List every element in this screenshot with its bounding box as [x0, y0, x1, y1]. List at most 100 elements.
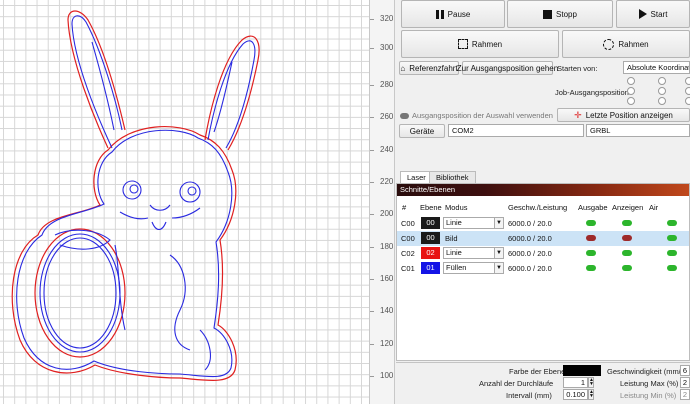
ruler-tick-line	[370, 311, 374, 312]
show-toggle[interactable]	[622, 265, 632, 271]
frame-circle-icon	[603, 38, 615, 50]
interval-label: Intervall (mm)	[506, 391, 552, 400]
origin-radio-bl[interactable]	[627, 97, 635, 105]
output-toggle[interactable]	[586, 220, 596, 226]
tab-laser[interactable]: Laser	[400, 171, 433, 183]
start-from-label: Starten von:	[557, 64, 598, 73]
layer-swatch[interactable]: 00	[421, 232, 440, 244]
origin-radio-mr[interactable]	[685, 87, 690, 95]
show-toggle[interactable]	[622, 250, 632, 256]
layers-title: Schnitte/Ebenen	[397, 184, 689, 196]
blue-artwork-paths	[16, 15, 256, 378]
go-to-origin-label: Zur Ausgangsposition gehen	[456, 63, 559, 73]
bunny-artwork[interactable]	[0, 0, 369, 404]
ruler-label: 160	[380, 274, 394, 283]
col-output-header: Ausgabe	[578, 203, 608, 212]
speed-input[interactable]: 6	[680, 365, 690, 376]
ruler-tick-line	[370, 117, 374, 118]
layer-mode-select[interactable]: Linie ▼	[443, 247, 504, 259]
air-toggle[interactable]	[667, 235, 677, 241]
power-min-input[interactable]: 2	[680, 389, 690, 400]
layer-row[interactable]: C01 01 Füllen ▼ 6000.0 / 20.0	[397, 261, 689, 276]
frame-button[interactable]: Rahmen	[401, 30, 559, 58]
port-select[interactable]: COM2	[448, 124, 584, 137]
ruler-label: 280	[380, 80, 394, 89]
chevron-down-icon: ▼	[494, 248, 503, 258]
origin-radio-tl[interactable]	[627, 77, 635, 85]
homing-label: Referenzfahrt	[409, 63, 458, 73]
show-toggle[interactable]	[622, 220, 632, 226]
ruler-tick-line	[370, 376, 374, 377]
ruler-label: 300	[380, 43, 394, 52]
go-to-origin-button[interactable]: Zur Ausgangsposition gehen	[457, 61, 558, 75]
layer-mode: Linie	[446, 248, 462, 257]
output-toggle[interactable]	[586, 235, 596, 241]
layer-mode-select[interactable]: Füllen ▼	[443, 262, 504, 274]
air-toggle[interactable]	[667, 250, 677, 256]
layer-row-selected[interactable]: C00 00 Bild 6000.0 / 20.0	[397, 231, 689, 246]
power-min-label: Leistung Min (%)	[620, 391, 677, 400]
ruler-label: 320	[380, 14, 394, 23]
job-origin-label: Job-Ausgangsposition	[555, 88, 629, 97]
home-icon: ⌂	[400, 63, 406, 73]
origin-radio-tr[interactable]	[685, 77, 690, 85]
output-toggle[interactable]	[586, 265, 596, 271]
ruler-tick-line	[370, 182, 374, 183]
air-toggle[interactable]	[667, 265, 677, 271]
pause-label: Pause	[447, 9, 471, 19]
vertical-ruler: 320 300 280 260 240 220 200 180 160 140 …	[369, 0, 395, 404]
layer-swatch[interactable]: 00	[421, 217, 440, 229]
show-last-position-button[interactable]: ✛ Letzte Position anzeigen	[557, 108, 690, 122]
layer-color-label: Farbe der Ebene	[509, 367, 566, 376]
origin-radio-tc[interactable]	[658, 77, 666, 85]
layer-swatch[interactable]: 01	[421, 262, 440, 274]
stop-icon	[543, 9, 553, 19]
controller-select[interactable]: GRBL	[586, 124, 690, 137]
pause-icon	[435, 9, 444, 19]
show-toggle[interactable]	[622, 235, 632, 241]
layer-speed-power: 6000.0 / 20.0	[508, 234, 552, 243]
ruler-label: 140	[380, 306, 394, 315]
devices-button[interactable]: Geräte	[399, 124, 445, 138]
use-selection-toggle[interactable]	[400, 113, 409, 119]
layer-color-swatch[interactable]	[563, 365, 601, 376]
passes-stepper[interactable]: ▲ ▼	[588, 377, 594, 388]
col-speed-power-header: Geschw./Leistung	[508, 203, 568, 212]
devices-label: Geräte	[409, 126, 435, 136]
stop-label: Stopp	[556, 9, 577, 19]
layer-mode: Füllen	[446, 263, 467, 272]
ruler-label: 220	[380, 177, 394, 186]
tab-library[interactable]: Bibliothek	[429, 171, 476, 183]
ruler-tick-line	[370, 279, 374, 280]
passes-input[interactable]: 1	[563, 377, 588, 388]
air-toggle[interactable]	[667, 220, 677, 226]
origin-radio-bc[interactable]	[658, 97, 666, 105]
start-button[interactable]: Start	[616, 0, 690, 28]
start-from-select[interactable]: Absolute Koordinaten	[623, 61, 690, 74]
origin-radio-br[interactable]	[685, 97, 690, 105]
origin-radio-ml[interactable]	[627, 87, 635, 95]
frame-round-button[interactable]: Rahmen	[562, 30, 690, 58]
layer-mode-select[interactable]: Linie ▼	[443, 217, 504, 229]
pause-button[interactable]: Pause	[401, 0, 505, 28]
output-toggle[interactable]	[586, 250, 596, 256]
layer-row[interactable]: C02 02 Linie ▼ 6000.0 / 20.0	[397, 246, 689, 261]
layer-row[interactable]: C00 00 Linie ▼ 6000.0 / 20.0	[397, 216, 689, 231]
homing-button[interactable]: ⌂ Referenzfahrt	[399, 61, 459, 75]
interval-stepper[interactable]: ▲ ▼	[588, 389, 594, 400]
origin-radio-mc[interactable]	[658, 87, 666, 95]
layer-swatch[interactable]: 02	[421, 247, 440, 259]
ruler-tick-line	[370, 85, 374, 86]
ruler-tick-line	[370, 247, 374, 248]
show-last-position-label: Letzte Position anzeigen	[585, 110, 673, 120]
design-canvas[interactable]	[0, 0, 369, 404]
power-max-label: Leistung Max (%)	[620, 379, 679, 388]
crosshair-icon: ✛	[574, 109, 582, 120]
ruler-tick-line	[370, 150, 374, 151]
power-max-input[interactable]: 2	[680, 377, 690, 388]
layer-num: C00	[401, 219, 415, 228]
layer-speed-power: 6000.0 / 20.0	[508, 249, 552, 258]
stop-button[interactable]: Stopp	[507, 0, 613, 28]
interval-input[interactable]: 0.100	[563, 389, 588, 400]
layer-num: C02	[401, 249, 415, 258]
